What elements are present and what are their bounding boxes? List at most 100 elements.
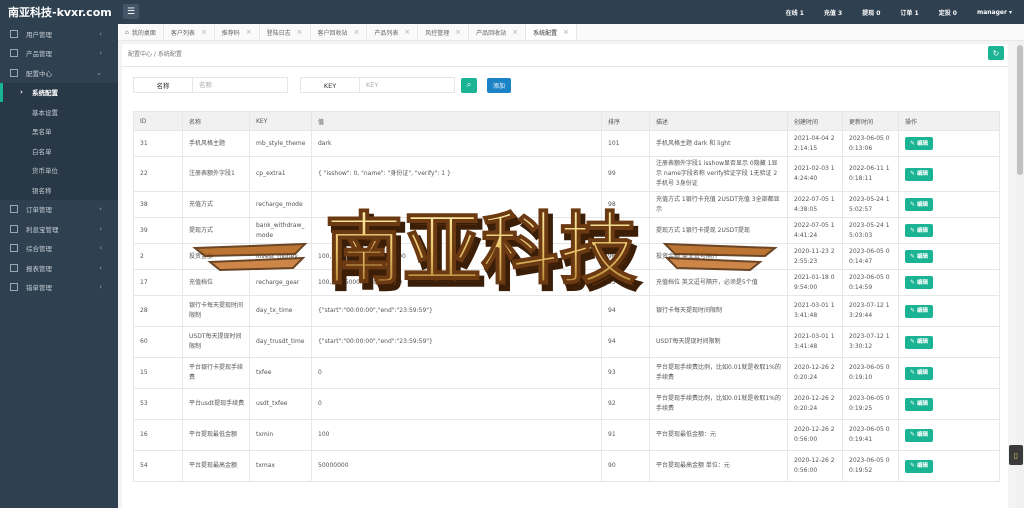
edit-button[interactable]: ✎ 编辑 [905, 366, 934, 380]
chevron-left-icon: ‹ [99, 283, 102, 292]
name-input[interactable]: 名称 [193, 77, 288, 93]
sidebar-item[interactable]: 报表管理 ‹ [0, 258, 118, 278]
tab[interactable]: 风控管理 × [418, 24, 470, 40]
close-icon[interactable]: × [246, 28, 252, 36]
tab[interactable]: 推荐码 × [215, 24, 260, 40]
edit-button[interactable]: ✎ 编辑 [905, 335, 934, 349]
sidebar-item[interactable]: 银名称 [0, 180, 118, 200]
edit-button[interactable]: ✎ 编辑 [905, 397, 934, 411]
cell-name: 平台提现最低金额 [182, 419, 250, 451]
scrollbar-thumb[interactable] [1017, 45, 1023, 175]
edit-button[interactable]: ✎ 编辑 [905, 167, 934, 181]
edit-button[interactable]: ✎ 编辑 [905, 224, 934, 237]
close-icon[interactable]: × [455, 28, 461, 36]
table-row: 16 平台提现最低金额 txmin 100 91 平台提现最低金额：元 2020-12-26… [133, 419, 1000, 451]
cell-desc: 充值档位 英文逗号隔开，必须是5个值 [649, 269, 788, 296]
cell-name: 充值方式 [182, 191, 250, 218]
stat-recharge[interactable]: 充值 3 [824, 8, 842, 17]
tab[interactable]: 产品列表 × [367, 24, 419, 40]
cell-key: mb_style_theme [249, 130, 312, 157]
edit-button[interactable]: ✎ 编辑 [905, 276, 934, 289]
sidebar-item[interactable]: 配置中心 ⌄ [0, 63, 118, 83]
stat-withdraw[interactable]: 提现 0 [862, 8, 880, 17]
cell-created: 2021-03-01 13:41:48 [787, 295, 843, 327]
pencil-icon: ✎ [910, 462, 916, 469]
edit-label: 编辑 [917, 279, 929, 286]
sidebar-item[interactable]: 基本设置 [0, 102, 118, 122]
cell-id: 31 [133, 130, 183, 157]
sidebar-item-label: 错单管理 [26, 284, 52, 293]
sidebar-item[interactable]: 产品管理 ‹ [0, 44, 118, 64]
tab-label: 产品回收站 [476, 29, 507, 37]
menu-toggle-icon[interactable]: ☰ [123, 4, 139, 19]
close-icon[interactable]: × [404, 28, 410, 36]
user-menu[interactable]: manager ▾ [977, 9, 1012, 16]
cell-value [311, 217, 602, 244]
cell-sort: 101 [601, 130, 650, 157]
stat-orders[interactable]: 订单 1 [900, 8, 918, 17]
cell-value: 100 [311, 419, 602, 451]
sidebar-item[interactable]: 利息宝管理 ‹ [0, 219, 118, 239]
close-icon[interactable]: × [201, 28, 207, 36]
edit-button[interactable]: ✎ 编辑 [905, 304, 934, 318]
tab[interactable]: 客户回收站 × [311, 24, 368, 40]
app-logo-title[interactable]: 南亚科技-kvxr.com [8, 4, 112, 20]
cell-updated: 2023-07-12 13:29:44 [842, 295, 899, 327]
sidebar-item[interactable]: 白名单 [0, 141, 118, 161]
cell-created: 2021-03-01 13:41:48 [787, 326, 843, 358]
sidebar-item[interactable]: 订单管理 ‹ [0, 200, 118, 220]
edit-button[interactable]: ✎ 编辑 [905, 250, 934, 263]
cell-created: 2020-12-26 20:20:24 [787, 357, 843, 389]
sidebar-item-label: 货币单位 [32, 167, 58, 176]
chevron-left-icon: ‹ [99, 224, 102, 233]
tab[interactable]: ⌂ 我的桌面 [118, 24, 164, 40]
sidebar-item[interactable]: 用户管理 ‹ [0, 24, 118, 44]
key-input[interactable]: KEY [360, 77, 455, 93]
edit-button[interactable]: ✎ 编辑 [905, 198, 934, 211]
table-row: 17 充值档位 recharge_gear 100,500,5000,10000,50… [133, 269, 1000, 296]
cell-id: 60 [133, 326, 183, 358]
add-button[interactable]: 添加 [487, 77, 512, 93]
cell-sort: 91 [601, 419, 650, 451]
tab[interactable]: 产品回收站 × [469, 24, 527, 40]
column-header: 值 [311, 111, 602, 131]
side-toolbar-widget[interactable]: ▯ [1009, 445, 1023, 465]
edit-button[interactable]: ✎ 编辑 [905, 428, 934, 442]
main-content: ⌂ 我的桌面 客户列表 × 推荐码 × 登陆日志 × 客户回收站 × 产品列表 × 风控管理 × 产品回收站… [118, 24, 1024, 508]
edit-button[interactable]: ✎ 编辑 [905, 137, 934, 150]
sidebar-item[interactable]: 综合管理 ‹ [0, 239, 118, 259]
cell-updated: 2023-06-05 00:19:10 [842, 357, 899, 389]
tab[interactable]: 系统配置 × [526, 24, 577, 40]
pencil-icon: ✎ [910, 170, 916, 177]
tab[interactable]: 登陆日志 × [260, 24, 311, 40]
chevron-down-icon: ⌄ [96, 68, 102, 77]
refresh-button[interactable]: ↻ [988, 46, 1004, 60]
close-icon[interactable]: × [354, 28, 360, 36]
close-icon[interactable]: × [512, 28, 518, 36]
cell-updated: 2023-06-05 00:19:41 [842, 419, 899, 451]
cell-key: bank_withdraw_mode [249, 217, 312, 244]
cell-desc: 平台提现手续费比例，比如0.01就是收取1%的手续费 [649, 357, 788, 389]
cell-updated: 2023-06-05 00:19:52 [842, 450, 899, 482]
close-icon[interactable]: × [563, 28, 569, 36]
sidebar-item[interactable]: 黑名单 [0, 121, 118, 141]
sidebar-item[interactable]: 货币单位 [0, 160, 118, 180]
divider [122, 66, 1008, 67]
cell-id: 17 [133, 269, 183, 296]
cell-created: 2022-07-05 14:38:05 [787, 191, 843, 218]
table-row: 15 平台银行卡提现手续费 txfee 0 93 平台提现手续费比例，比如0.01就是收取… [133, 357, 1000, 389]
pencil-icon: ✎ [910, 307, 916, 314]
search-button[interactable]: ⌕ [461, 77, 477, 93]
tab[interactable]: 客户列表 × [164, 24, 215, 40]
cell-updated: 2023-06-05 00:14:59 [842, 269, 899, 296]
stat-invest[interactable]: 定投 0 [939, 8, 957, 17]
sidebar-item[interactable]: › 系统配置 [0, 82, 118, 102]
cell-value: 100,500,5000,10000,50000 [311, 269, 602, 296]
scrollbar[interactable] [1016, 41, 1024, 508]
cell-updated: 2023-07-12 13:30:12 [842, 326, 899, 358]
close-icon[interactable]: × [297, 28, 303, 36]
edit-button[interactable]: ✎ 编辑 [905, 459, 934, 473]
sidebar-item[interactable]: 错单管理 ‹ [0, 278, 118, 298]
cell-created: 2020-12-26 20:56:00 [787, 450, 843, 482]
stat-online[interactable]: 在线 1 [786, 8, 804, 17]
